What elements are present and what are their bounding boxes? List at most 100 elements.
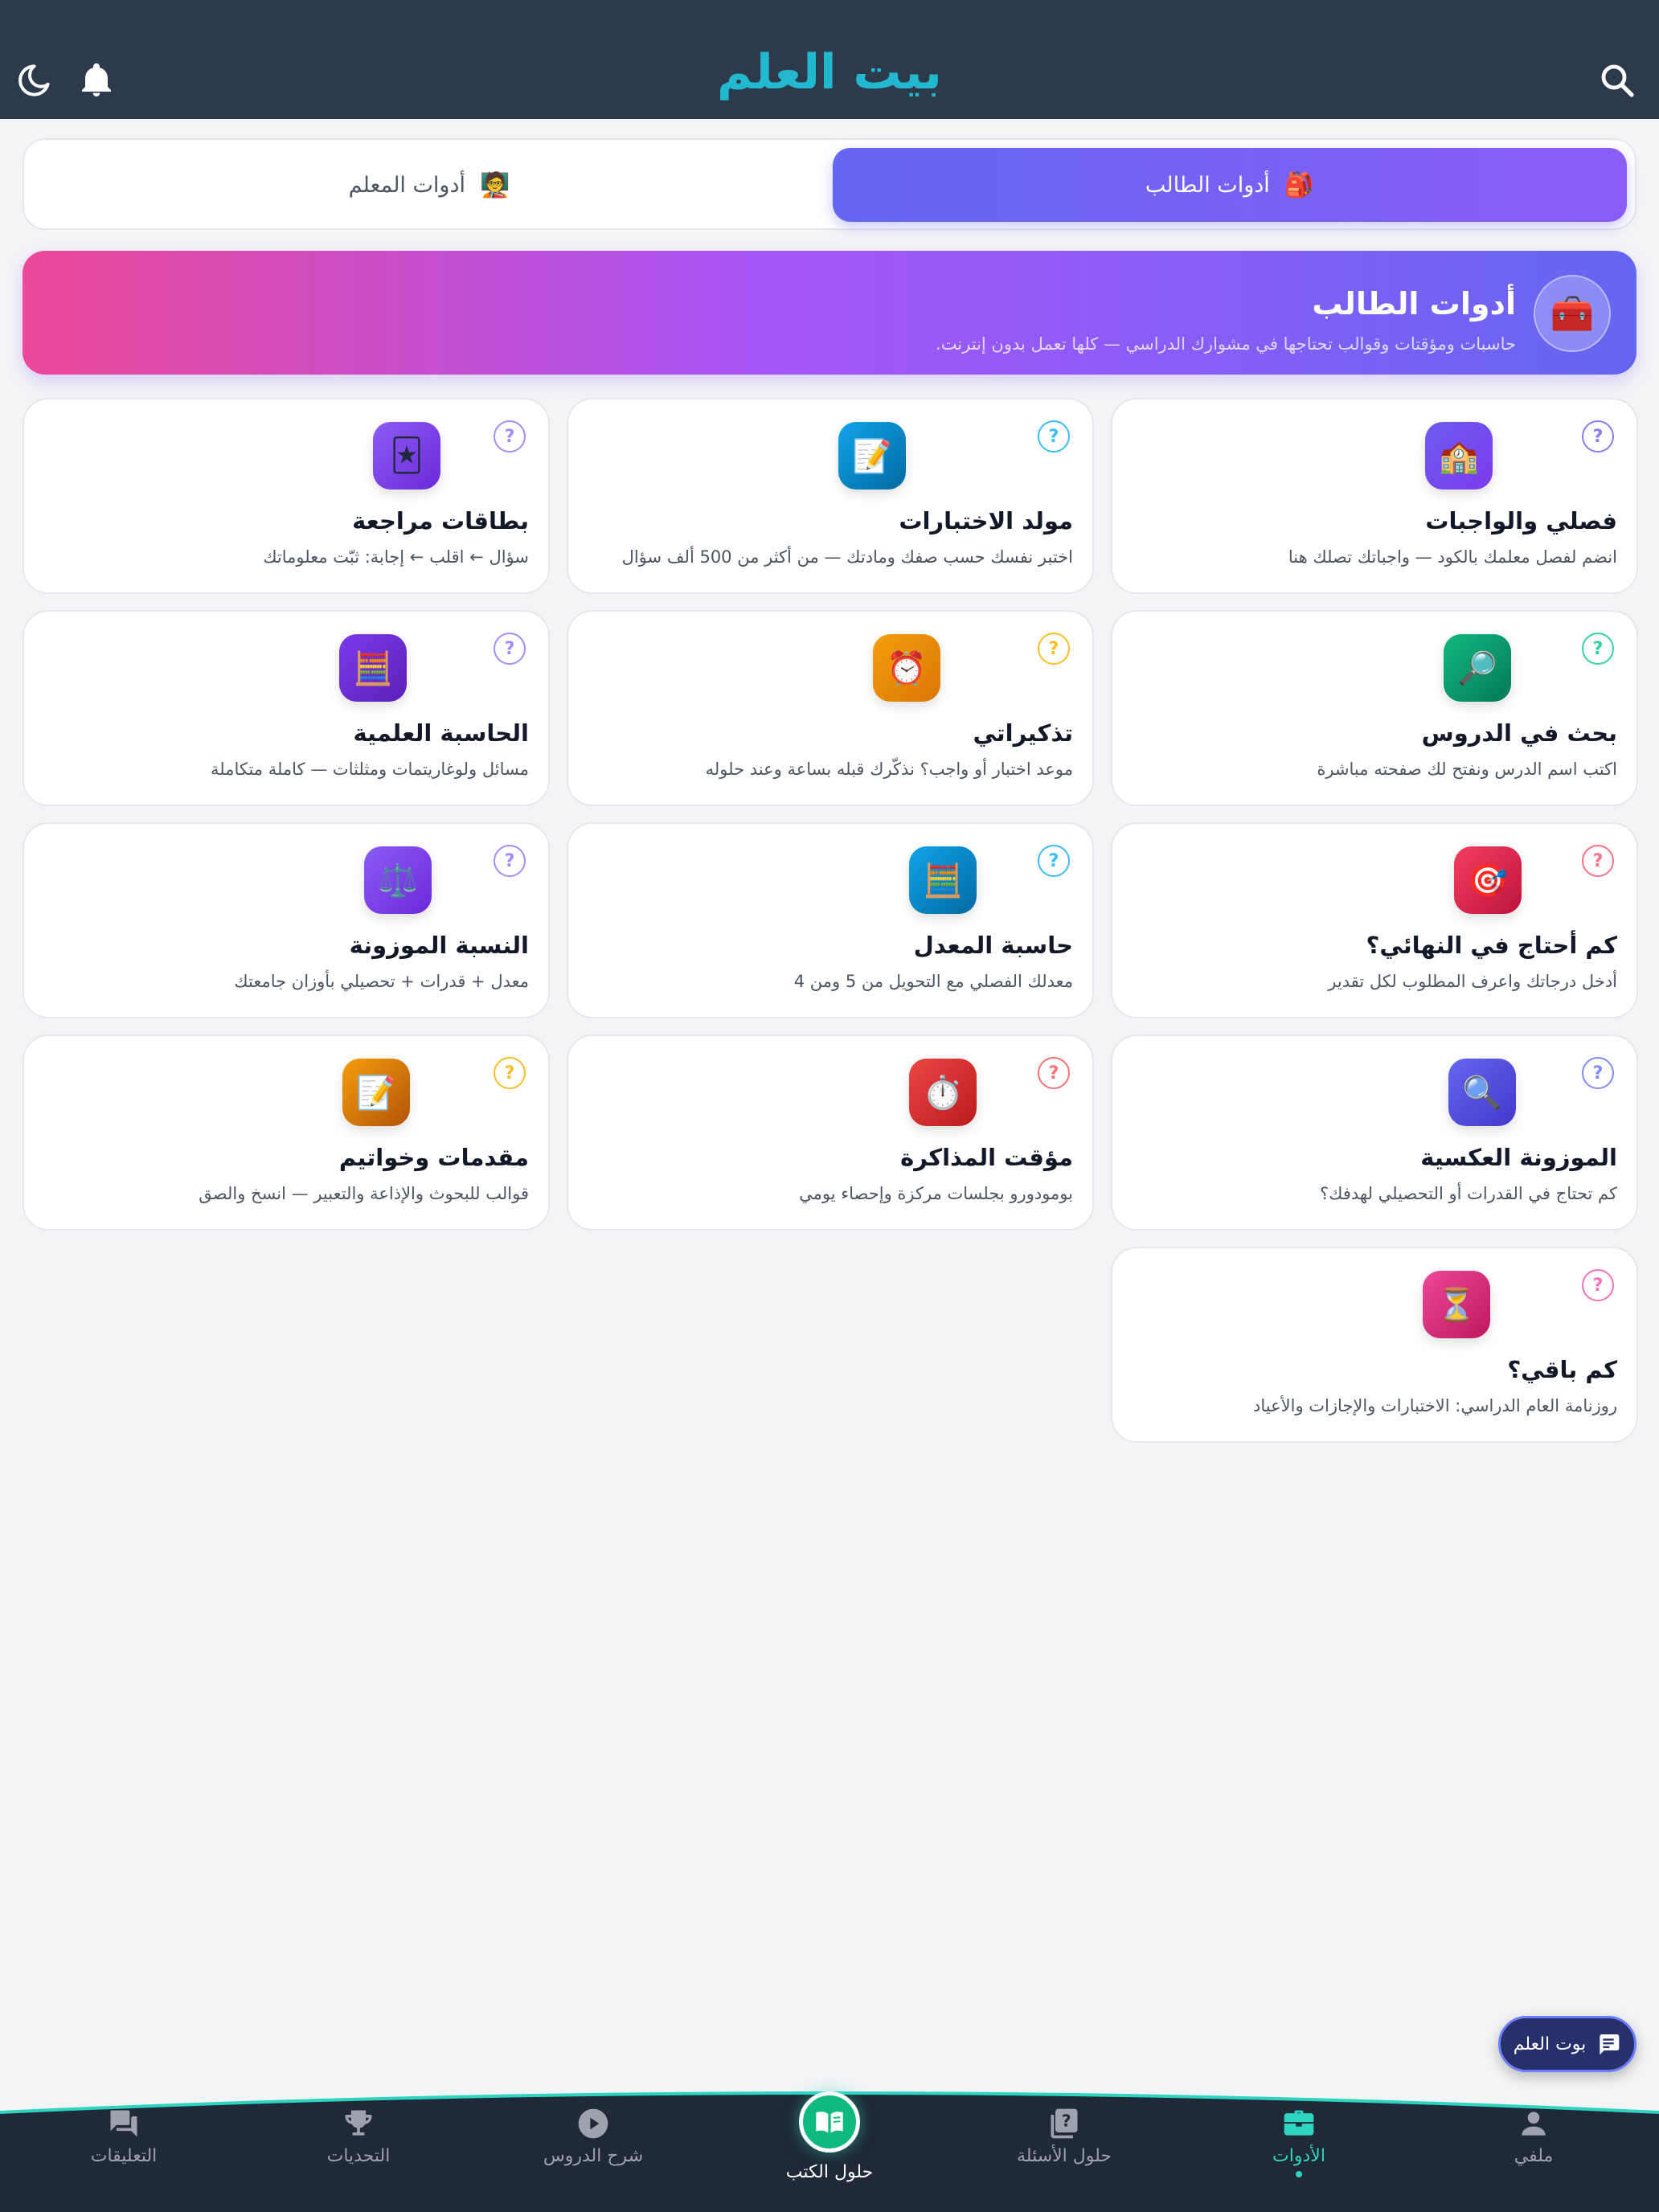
tool-description: معدل + قدرات + تحصيلي بأوزان جامعتك	[234, 972, 529, 991]
chat-bot-label: بوت العلم	[1513, 2034, 1587, 2054]
tool-description: اكتب اسم الدرس ونفتح لك صفحته مباشرة	[1317, 760, 1617, 779]
banner-subtitle: حاسبات ومؤقتات وقوالب تحتاجها في مشوارك …	[936, 334, 1516, 354]
help-icon[interactable]: ?	[494, 1057, 526, 1089]
open-book-icon	[816, 2112, 843, 2133]
tool-title: مقدمات وخواتيم	[338, 1144, 529, 1171]
tool-title: النسبة الموزونة	[349, 932, 529, 959]
nav-profile-label: ملفي	[1514, 2146, 1554, 2166]
tab-teacher-label: أدوات المعلم	[348, 172, 465, 198]
toolbox-icon: 🧰	[1534, 275, 1611, 352]
tool-description: موعد اختبار أو واجب؟ نذكّرك قبله بساعة و…	[705, 760, 1073, 779]
tool-description: قوالب للبحوث والإذاعة والتعبير — انسخ وا…	[199, 1184, 529, 1203]
tool-title: الحاسبة العلمية	[353, 719, 529, 747]
tool-card[interactable]: ? 🃏 بطاقات مراجعة سؤال ← اقلب ← إجابة: ثبّت…	[23, 398, 550, 594]
tool-icon: ⏱️	[909, 1059, 977, 1126]
help-icon[interactable]: ?	[1582, 1269, 1614, 1301]
nav-question-solutions-label: حلول الأسئلة	[1016, 2146, 1112, 2166]
tool-card[interactable]: ? ⏱️ مؤقت المذاكرة بومودورو بجلسات مركزة وإ…	[567, 1034, 1094, 1231]
student-tools-banner: 🧰 أدوات الطالب حاسبات ومؤقتات وقوالب تحت…	[23, 251, 1636, 375]
tool-icon: 🔍	[1448, 1059, 1516, 1126]
nav-tools[interactable]: الأدوات	[1227, 2106, 1371, 2194]
chat-icon	[1600, 2034, 1620, 2055]
tool-icon: 🧮	[339, 634, 407, 702]
help-icon[interactable]: ?	[1582, 633, 1614, 665]
tool-card[interactable]: ? 📝 مولد الاختبارات اختبر نفسك حسب صفك وماد…	[567, 398, 1094, 594]
help-icon[interactable]: ?	[1582, 1057, 1614, 1089]
tool-card[interactable]: ? 🎯 كم أحتاج في النهائي؟ أدخل درجاتك واعرف …	[1111, 822, 1638, 1018]
svg-text:?: ?	[1062, 2112, 1071, 2131]
nav-comments-label: التعليقات	[90, 2146, 158, 2166]
tool-title: كم أحتاج في النهائي؟	[1366, 932, 1617, 959]
nav-lessons-label: شرح الدروس	[543, 2146, 644, 2166]
tools-tab-switcher: 🎒 أدوات الطالب 🧑‍🏫 أدوات المعلم	[23, 138, 1636, 230]
help-icon[interactable]: ?	[1038, 633, 1070, 665]
nav-challenges-label: التحديات	[326, 2146, 391, 2166]
help-icon[interactable]: ?	[494, 845, 526, 877]
nav-comments[interactable]: التعليقات	[51, 2106, 196, 2194]
tool-card[interactable]: ? 🔍 الموزونة العكسية كم تحتاج في القدرات أو…	[1111, 1034, 1638, 1231]
help-icon[interactable]: ?	[1038, 845, 1070, 877]
tool-description: كم تحتاج في القدرات أو التحصيلي لهدفك؟	[1320, 1184, 1617, 1203]
banner-title: أدوات الطالب	[1312, 286, 1516, 322]
tool-icon: 🃏	[373, 422, 440, 490]
tool-card[interactable]: ? 🧮 الحاسبة العلمية مسائل ولوغاريتمات ومثلث…	[23, 610, 550, 806]
tool-description: مسائل ولوغاريتمات ومثلثات — كاملة متكامل…	[211, 760, 529, 779]
help-icon[interactable]: ?	[494, 633, 526, 665]
search-icon[interactable]	[1598, 61, 1636, 100]
help-icon[interactable]: ?	[1582, 845, 1614, 877]
tool-description: انضم لفصل معلمك بالكود — واجباتك تصلك هن…	[1288, 547, 1617, 567]
help-icon[interactable]: ?	[1038, 1057, 1070, 1089]
tool-icon: ⏰	[873, 634, 940, 702]
person-icon	[1522, 2112, 1546, 2136]
tool-icon: 🧮	[909, 846, 977, 914]
tab-student-label: أدوات الطالب	[1145, 172, 1270, 198]
help-icon[interactable]: ?	[494, 420, 526, 453]
tool-icon: ⚖️	[364, 846, 432, 914]
tool-description: سؤال ← اقلب ← إجابة: ثبّت معلوماتك	[263, 547, 529, 567]
tool-icon: 🏫	[1425, 422, 1493, 490]
tool-title: الموزونة العكسية	[1420, 1144, 1617, 1171]
tool-description: روزنامة العام الدراسي: الاختبارات والإجا…	[1253, 1396, 1617, 1415]
tool-icon: 🎯	[1454, 846, 1522, 914]
tool-icon: ⏳	[1423, 1271, 1490, 1338]
play-circle-icon	[578, 2108, 608, 2139]
tool-card[interactable]: ? 📝 مقدمات وخواتيم قوالب للبحوث والإذاعة وا…	[23, 1034, 550, 1231]
tool-title: بطاقات مراجعة	[352, 507, 529, 535]
tool-title: مولد الاختبارات	[899, 507, 1073, 535]
tool-description: بومودورو بجلسات مركزة وإحصاء يومي	[799, 1184, 1073, 1203]
active-indicator-dot	[1296, 2171, 1302, 2177]
nav-question-solutions[interactable]: ? حلول الأسئلة	[992, 2106, 1137, 2194]
tool-icon: 📝	[342, 1059, 410, 1126]
tool-icon: 📝	[838, 422, 906, 490]
bottom-navigation: ملفي الأدوات ? حلول الأسئلة حلول الكتب ش…	[0, 2082, 1659, 2212]
tool-card[interactable]: ? ⚖️ النسبة الموزونة معدل + قدرات + تحصيلي …	[23, 822, 550, 1018]
chat-bot-button[interactable]: بوت العلم	[1498, 2016, 1636, 2072]
nav-lessons[interactable]: شرح الدروس	[521, 2106, 666, 2194]
tool-title: حاسبة المعدل	[913, 932, 1073, 959]
tool-card[interactable]: ? 🔎 بحث في الدروس اكتب اسم الدرس ونفتح لك ص…	[1111, 610, 1638, 806]
help-icon[interactable]: ?	[1038, 420, 1070, 453]
help-icon[interactable]: ?	[1582, 420, 1614, 453]
toolbox-nav-icon	[1284, 2110, 1314, 2136]
tool-description: معدلك الفصلي مع التحويل من 5 ومن 4	[793, 972, 1073, 991]
tool-title: تذكيراتي	[973, 719, 1073, 747]
tool-card[interactable]: ? 🏫 فصلي والواجبات انضم لفصل معلمك بالكود —…	[1111, 398, 1638, 594]
tool-title: فصلي والواجبات	[1425, 507, 1617, 535]
nav-book-solutions-label: حلول الكتب	[785, 2162, 874, 2182]
tool-description: أدخل درجاتك واعرف المطلوب لكل تقدير	[1328, 972, 1617, 991]
nav-book-solutions[interactable]	[799, 2091, 860, 2153]
nav-profile[interactable]: ملفي	[1461, 2106, 1606, 2194]
tool-title: بحث في الدروس	[1421, 719, 1617, 747]
nav-challenges[interactable]: التحديات	[286, 2106, 431, 2194]
top-app-bar: بيت العلم	[0, 0, 1659, 119]
nav-tools-label: الأدوات	[1272, 2146, 1325, 2166]
tool-card[interactable]: ? ⏳ كم باقي؟ روزنامة العام الدراسي: الاختبا…	[1111, 1247, 1638, 1443]
tab-teacher-tools[interactable]: 🧑‍🏫 أدوات المعلم	[32, 148, 826, 222]
tool-card[interactable]: ? 🧮 حاسبة المعدل معدلك الفصلي مع التحويل من…	[567, 822, 1094, 1018]
tool-card[interactable]: ? ⏰ تذكيراتي موعد اختبار أو واجب؟ نذكّرك قب…	[567, 610, 1094, 806]
comments-icon	[110, 2110, 137, 2137]
app-title: بيت العلم	[717, 44, 942, 100]
tab-student-tools[interactable]: 🎒 أدوات الطالب	[833, 148, 1627, 222]
tool-description: اختبر نفسك حسب صفك ومادتك — من أكثر من 5…	[621, 547, 1073, 567]
tool-icon: 🔎	[1444, 634, 1511, 702]
